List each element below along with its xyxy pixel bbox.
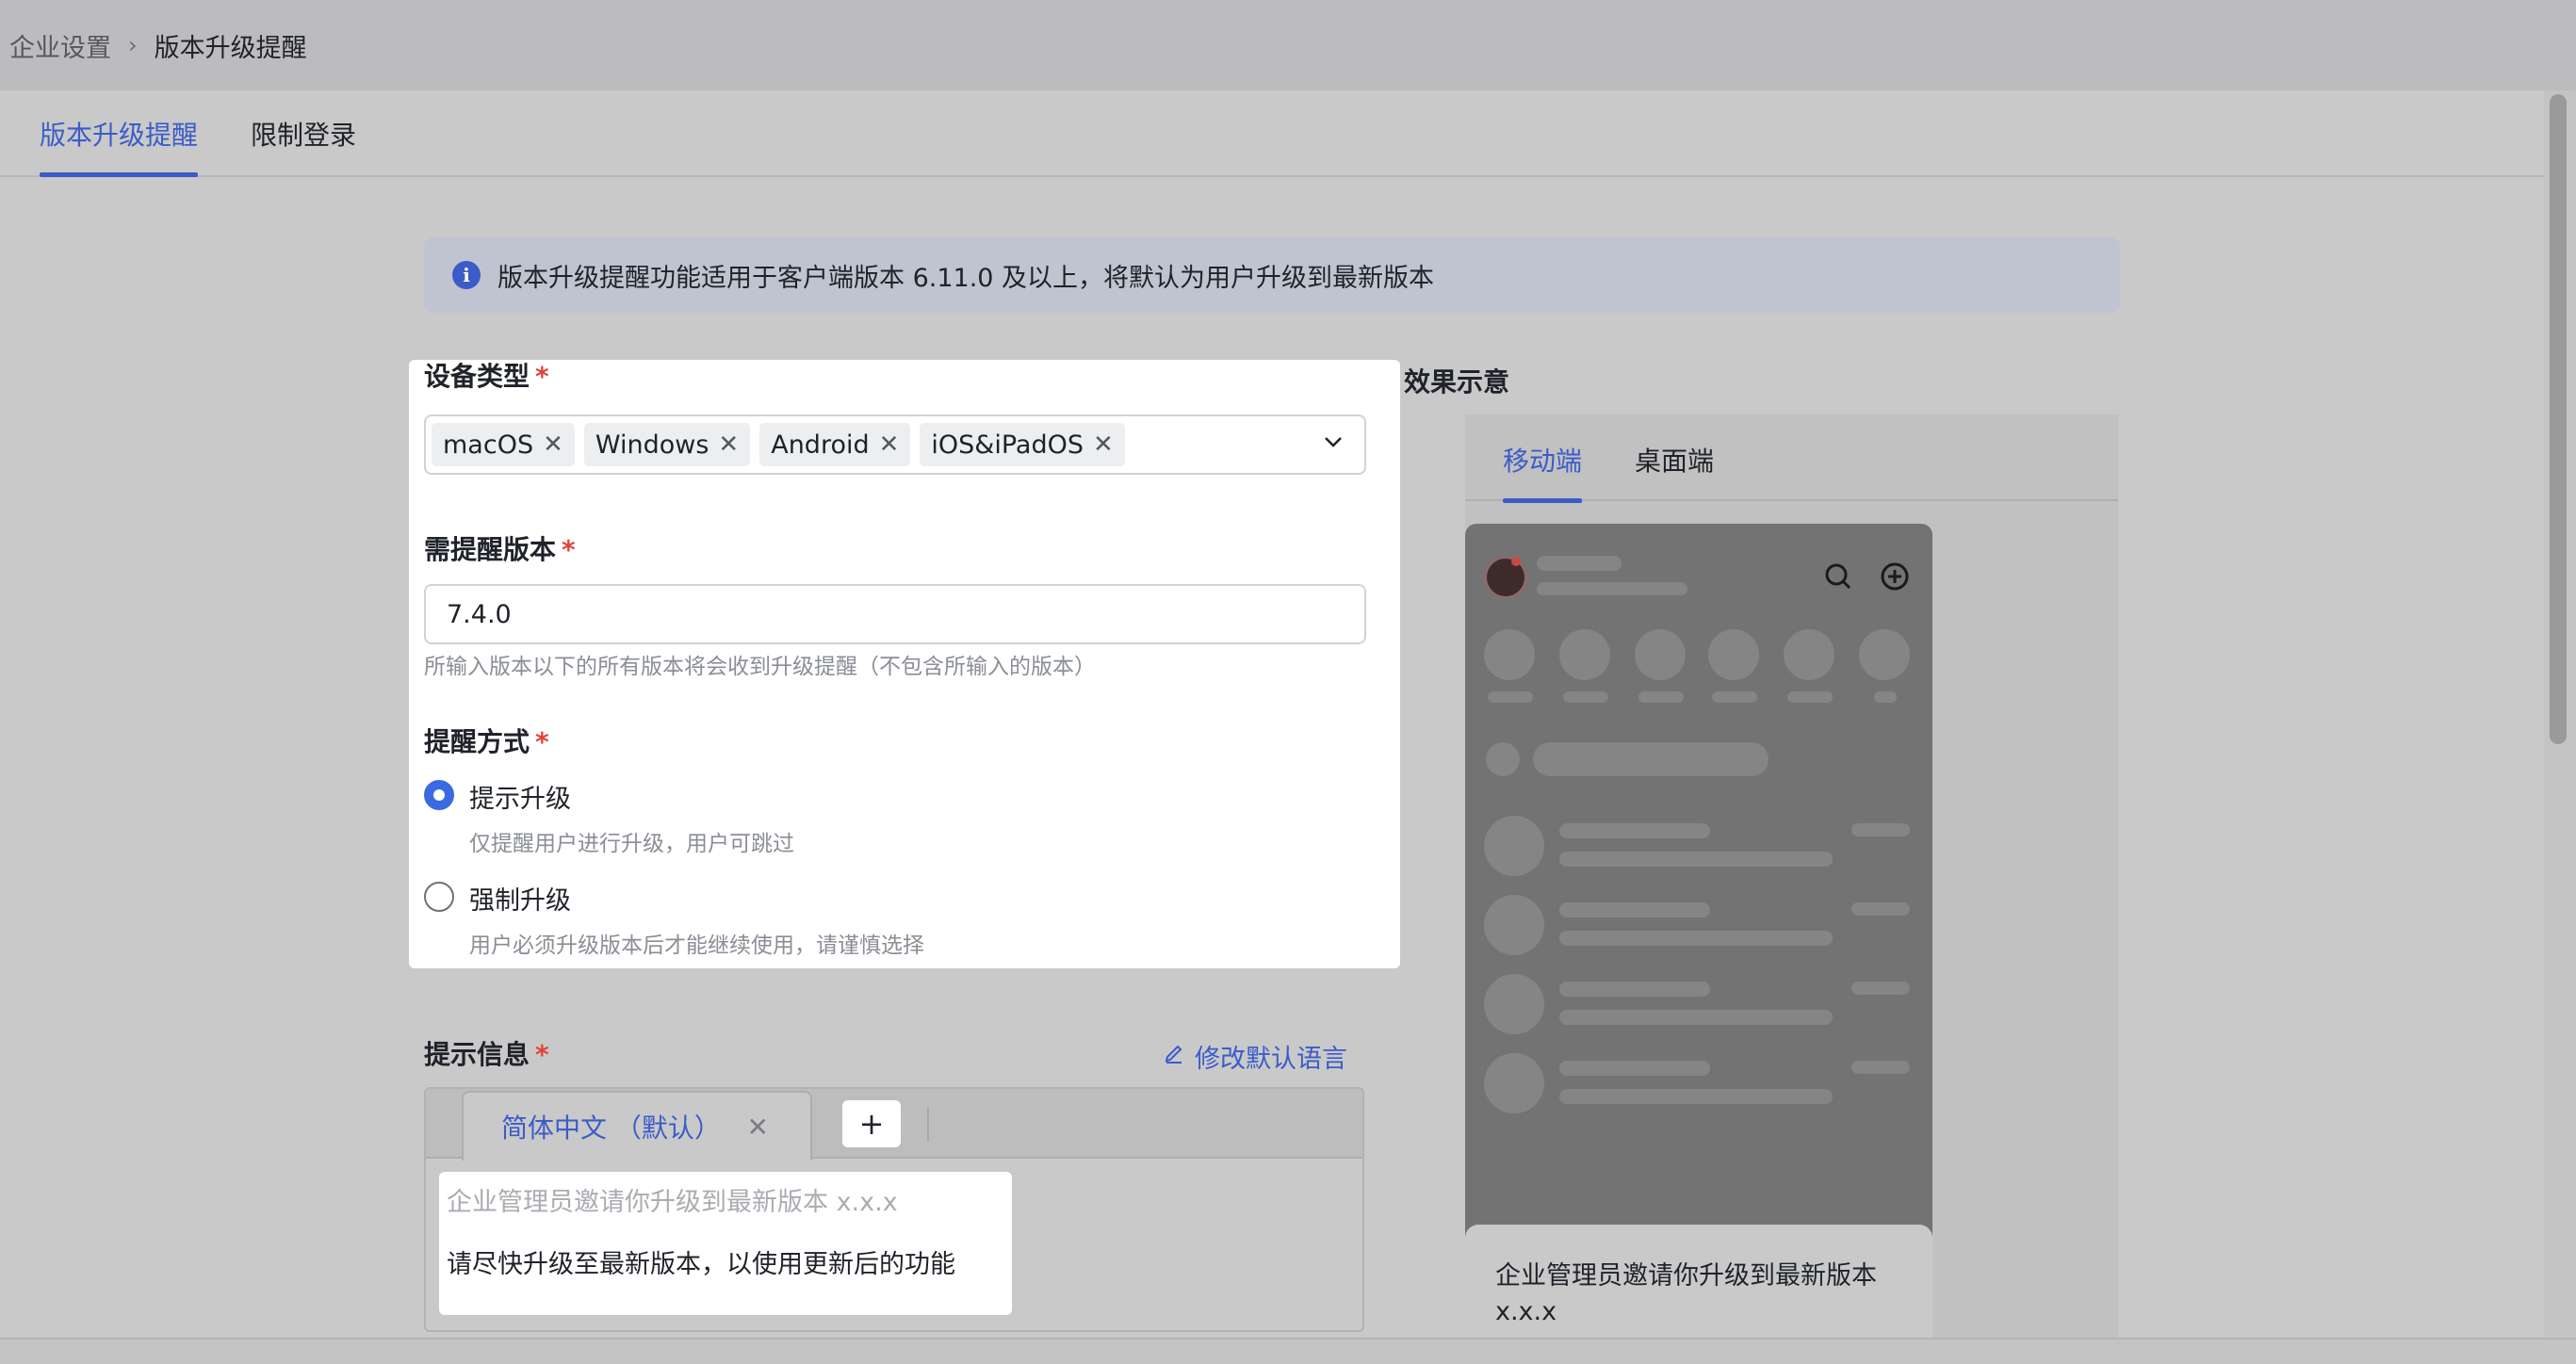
skeleton-line bbox=[1851, 1061, 1910, 1074]
skeleton-line bbox=[1712, 691, 1757, 703]
skeleton-line bbox=[1559, 931, 1833, 946]
required-mark: * bbox=[535, 361, 549, 392]
skeleton-circle bbox=[1484, 816, 1544, 876]
info-icon: i bbox=[452, 261, 481, 289]
edit-language-label[interactable]: 修改默认语言 bbox=[1195, 1038, 1347, 1075]
chip-label: Android bbox=[771, 430, 870, 460]
skeleton-line bbox=[1563, 691, 1608, 703]
chip-label: Windows bbox=[595, 430, 709, 460]
device-type-label: 设备类型 * bbox=[424, 356, 549, 394]
settings-card: 设备类型 * macOS ✕ Windows ✕ Android ✕ iOS&iPadO… bbox=[409, 360, 1400, 968]
horizontal-scrollbar[interactable] bbox=[0, 1338, 2576, 1364]
skeleton-line bbox=[1639, 691, 1684, 703]
device-type-select[interactable]: macOS ✕ Windows ✕ Android ✕ iOS&iPadOS ✕ bbox=[424, 414, 1366, 475]
edit-default-language-link[interactable]: 修改默认语言 bbox=[1163, 1038, 1347, 1075]
radio-prompt-upgrade[interactable] bbox=[424, 780, 454, 810]
version-input[interactable]: 7.4.0 bbox=[424, 584, 1366, 644]
skeleton-circle bbox=[1484, 629, 1535, 680]
message-editor[interactable]: 企业管理员邀请你升级到最新版本 x.x.x 请尽快升级至最新版本，以使用更新后的… bbox=[439, 1172, 1012, 1315]
avatar bbox=[1484, 556, 1527, 599]
radio-desc-force: 用户必须升级版本后才能继续使用，请谨慎选择 bbox=[469, 934, 924, 958]
skeleton-line bbox=[1787, 691, 1833, 703]
chip-label: iOS&iPadOS bbox=[931, 430, 1084, 460]
skeleton-line bbox=[1559, 902, 1710, 917]
close-icon[interactable]: ✕ bbox=[1093, 430, 1114, 459]
skeleton-circle bbox=[1484, 895, 1544, 955]
info-notice: i 版本升级提醒功能适用于客户端版本 6.11.0 及以上，将默认为用户升级到最… bbox=[424, 237, 2120, 313]
notice-text: 版本升级提醒功能适用于客户端版本 6.11.0 及以上，将默认为用户升级到最新版… bbox=[497, 263, 1435, 293]
skeleton-circle bbox=[1486, 742, 1520, 776]
message-label-text: 提示信息 bbox=[424, 1039, 530, 1070]
skeleton-line bbox=[1559, 823, 1710, 838]
divider bbox=[927, 1108, 929, 1142]
message-label: 提示信息 * bbox=[424, 1034, 549, 1072]
version-label: 需提醒版本 * bbox=[424, 529, 576, 567]
message-body-input[interactable]: 请尽快升级至最新版本，以使用更新后的功能 bbox=[447, 1243, 955, 1280]
skeleton-line bbox=[1559, 1089, 1833, 1104]
version-label-text: 需提醒版本 bbox=[424, 534, 557, 565]
breadcrumb: 企业设置 › 版本升级提醒 bbox=[0, 0, 2576, 90]
chevron-down-icon[interactable] bbox=[1321, 430, 1345, 461]
message-title-input[interactable]: 企业管理员邀请你升级到最新版本 x.x.x bbox=[447, 1181, 898, 1218]
skeleton-circle bbox=[1635, 629, 1686, 680]
chip-windows: Windows ✕ bbox=[583, 423, 751, 466]
close-icon[interactable]: ✕ bbox=[747, 1112, 769, 1143]
version-hint: 所输入版本以下的所有版本将会收到升级提醒（不包含所输入的版本） bbox=[424, 655, 1096, 679]
edit-icon bbox=[1163, 1042, 1185, 1071]
skeleton-circle bbox=[1484, 1053, 1544, 1113]
skeleton-circle bbox=[1784, 629, 1834, 680]
breadcrumb-parent-link[interactable]: 企业设置 bbox=[9, 27, 111, 64]
preview-panel: 移动端 桌面端 bbox=[1465, 414, 2118, 1364]
chevron-right-icon: › bbox=[128, 32, 138, 58]
skeleton-line bbox=[1533, 742, 1769, 776]
chip-android: Android ✕ bbox=[759, 423, 911, 466]
required-mark: * bbox=[535, 726, 549, 757]
close-icon[interactable]: ✕ bbox=[718, 430, 739, 459]
skeleton-line bbox=[1559, 1061, 1710, 1076]
add-circle-icon bbox=[1880, 561, 1910, 599]
skeleton-circle bbox=[1859, 629, 1910, 680]
required-mark: * bbox=[562, 534, 576, 565]
chip-ios: iOS&iPadOS ✕ bbox=[920, 423, 1125, 466]
tab-lang-zh[interactable]: 简体中文 （默认） ✕ bbox=[462, 1091, 812, 1161]
chip-label: macOS bbox=[443, 430, 534, 460]
skeleton-line bbox=[1488, 691, 1533, 703]
tab-version-upgrade[interactable]: 版本升级提醒 bbox=[40, 115, 199, 177]
skeleton-line bbox=[1537, 556, 1622, 571]
close-icon[interactable]: ✕ bbox=[879, 430, 900, 459]
required-mark: * bbox=[535, 1039, 549, 1070]
tab-mobile[interactable]: 移动端 bbox=[1503, 441, 1583, 503]
breadcrumb-current: 版本升级提醒 bbox=[154, 33, 307, 63]
skeleton-circle bbox=[1708, 629, 1759, 680]
search-icon bbox=[1823, 561, 1853, 599]
skeleton-line bbox=[1559, 852, 1833, 867]
radio-desc-prompt: 仅提醒用户进行升级，用户可跳过 bbox=[469, 832, 794, 856]
device-type-label-text: 设备类型 bbox=[424, 361, 530, 392]
skeleton-line bbox=[1851, 902, 1910, 916]
method-label: 提醒方式 * bbox=[424, 722, 549, 759]
vertical-scrollbar-thumb[interactable] bbox=[2550, 94, 2567, 744]
lang-tab-label: 简体中文 （默认） bbox=[501, 1112, 721, 1144]
add-language-button[interactable]: + bbox=[842, 1100, 901, 1147]
tab-login-restriction[interactable]: 限制登录 bbox=[251, 115, 356, 175]
preview-tabs: 移动端 桌面端 bbox=[1465, 414, 2118, 503]
radio-force-upgrade[interactable] bbox=[424, 882, 454, 912]
method-label-text: 提醒方式 bbox=[424, 726, 530, 757]
radio-label-prompt[interactable]: 提示升级 bbox=[469, 778, 571, 815]
skeleton-line bbox=[1851, 982, 1910, 995]
skeleton-line bbox=[1874, 691, 1897, 703]
tab-desktop[interactable]: 桌面端 bbox=[1635, 441, 1714, 479]
radio-label-force[interactable]: 强制升级 bbox=[469, 880, 571, 917]
main-tabs: 版本升级提醒 限制登录 bbox=[0, 90, 2544, 177]
preview-label: 效果示意 bbox=[1404, 366, 1510, 398]
skeleton-line bbox=[1559, 1010, 1833, 1025]
close-icon[interactable]: ✕ bbox=[543, 430, 563, 459]
chip-macos: macOS ✕ bbox=[432, 423, 575, 466]
skeleton-line bbox=[1559, 982, 1710, 997]
skeleton-circle bbox=[1559, 629, 1610, 680]
skeleton-line bbox=[1851, 823, 1910, 836]
skeleton-line bbox=[1537, 582, 1687, 595]
sheet-title: 企业管理员邀请你升级到最新版本 x.x.x bbox=[1495, 1261, 1877, 1326]
skeleton-circle bbox=[1484, 974, 1544, 1034]
